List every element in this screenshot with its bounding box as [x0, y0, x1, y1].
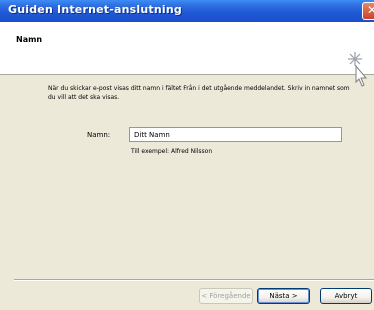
window-title: Guiden Internet-anslutning: [8, 3, 182, 16]
close-button[interactable]: ✕: [362, 2, 374, 20]
close-icon: ✕: [367, 3, 374, 17]
next-button[interactable]: Nästa >: [257, 288, 310, 304]
wizard-header: Namn: [0, 22, 374, 87]
name-field[interactable]: [129, 127, 342, 142]
wizard-window: Guiden Internet-anslutning ✕ Namn När du…: [0, 0, 374, 310]
instructions-text: När du skickar e-post visas ditt namn i …: [48, 85, 350, 101]
page-title: Namn: [16, 35, 43, 44]
example-hint: Till exempel: Alfred Nilsson: [131, 148, 213, 155]
back-button[interactable]: < Föregående: [199, 288, 253, 304]
cancel-button[interactable]: Avbryt: [320, 288, 372, 304]
footer-separator: [14, 279, 374, 281]
title-bar[interactable]: Guiden Internet-anslutning ✕: [0, 0, 374, 22]
name-label: Namn:: [87, 131, 111, 139]
